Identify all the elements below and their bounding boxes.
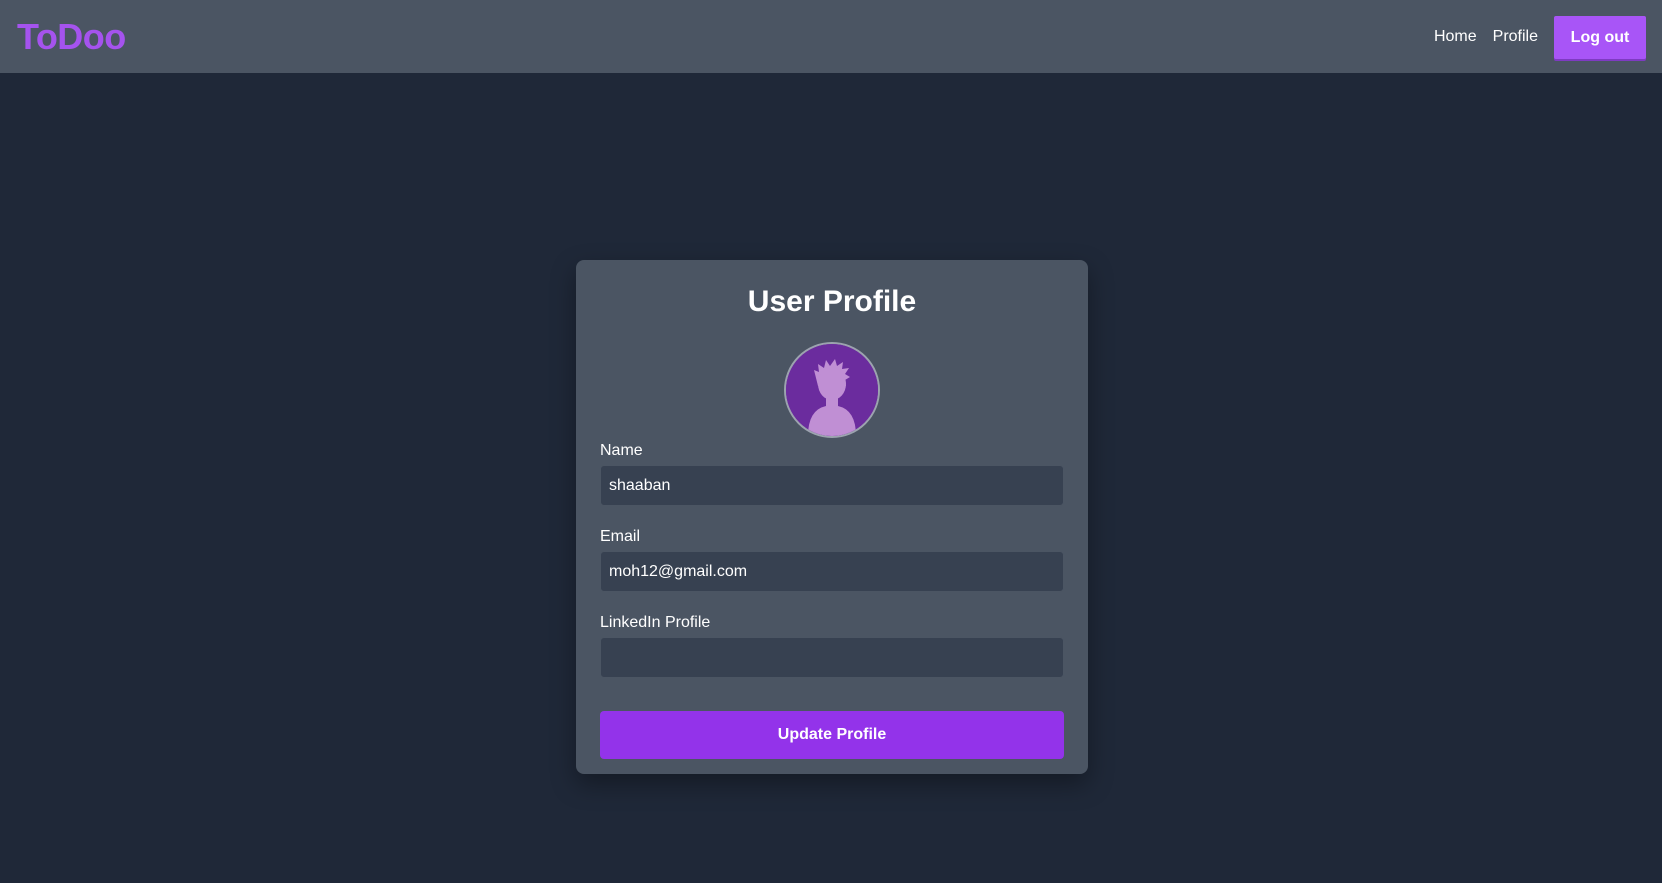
navbar: ToDoo Home Profile Log out [0,0,1662,73]
nav-menu: Home Profile Log out [1434,14,1646,59]
brand-logo[interactable]: ToDoo [17,16,126,58]
page-title: User Profile [747,285,917,318]
linkedin-input[interactable] [600,637,1064,678]
nav-link-home[interactable]: Home [1434,28,1477,46]
profile-card: User Profile Name Email LinkedIn Profile [576,260,1088,774]
logout-button[interactable]: Log out [1554,16,1646,59]
user-silhouette-icon [786,344,878,436]
name-input[interactable] [600,465,1064,506]
avatar [784,342,880,438]
email-input[interactable] [600,551,1064,592]
update-profile-button[interactable]: Update Profile [600,711,1064,759]
email-label: Email [600,528,641,545]
name-label: Name [600,442,643,459]
linkedin-field-group: LinkedIn Profile [600,614,1064,678]
email-field-group: Email [600,528,1064,592]
name-field-group: Name [600,442,1064,506]
nav-link-profile[interactable]: Profile [1493,28,1538,46]
avatar-container [600,342,1064,438]
linkedin-label: LinkedIn Profile [600,614,711,631]
